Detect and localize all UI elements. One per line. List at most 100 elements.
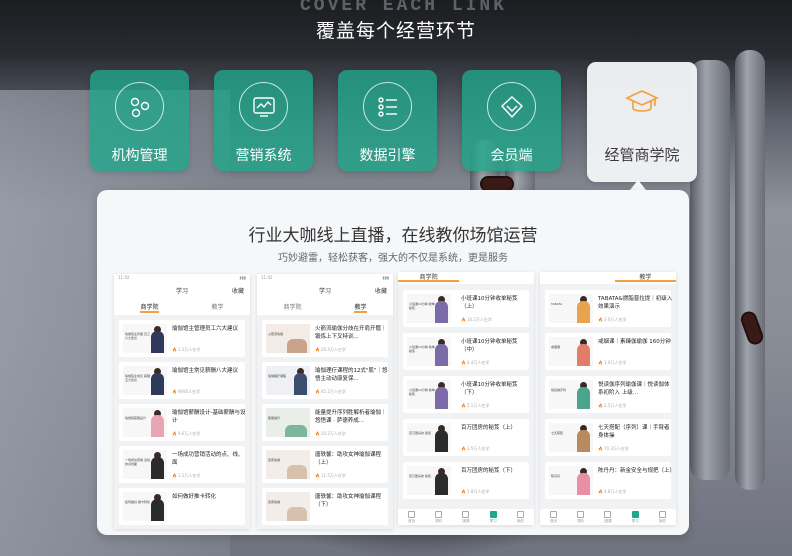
- course-title: 瑜伽馆主管理员工六大建议: [172, 326, 239, 332]
- list-item[interactable]: 百万团房的 秘笈 百万团房的秘笈（上） 3.5万人在学: [403, 419, 529, 456]
- tile-marketing-system[interactable]: 营销系统: [214, 70, 313, 171]
- course-title: 陈丹丹：新金安全与规把（上）: [598, 468, 676, 474]
- tab-teaching[interactable]: 教学: [211, 302, 223, 315]
- view-count: 16.2万人在学: [461, 317, 492, 323]
- list-item[interactable]: 百万团房的 秘笈 百万团房的秘笈（下） 1.8万人在学: [403, 462, 529, 499]
- thumbnail-text: 如何做好 推卡转化: [125, 500, 150, 504]
- icon-circle: [363, 82, 412, 131]
- nav-mine[interactable]: 我的: [659, 511, 666, 524]
- nav-mine[interactable]: 我的: [517, 511, 524, 524]
- favorites-link[interactable]: 收藏: [375, 286, 387, 295]
- course-title: 戒烟课｜素臻伽瑜伽 160分钟: [598, 339, 671, 345]
- course-thumbnail: 七天搭配: [549, 423, 593, 452]
- course-thumbnail: 瑜伽馆薪酬设计: [123, 408, 167, 437]
- active-tile-pointer: [630, 180, 646, 190]
- lecturer-figure: [435, 473, 448, 495]
- list-item[interactable]: 唐唐瑜伽 唐轶馨：助攻女神瑜伽课程（上） 11.5万人在学: [262, 446, 388, 483]
- phone-screenshot-academy-list: 商学院 小班课10分钟 收单秘笈 小班课10分钟收单秘笈（上） 16.2万人在学 小…: [398, 272, 534, 525]
- list-item[interactable]: 能量提升 能量提升序列胜解析者瑜伽｜悠悟课 · 萨德养成... 20.2万人在学: [262, 404, 388, 441]
- tab-teaching[interactable]: 教学: [354, 302, 367, 313]
- favorites-link[interactable]: 收藏: [232, 286, 244, 295]
- tab-academy[interactable]: 商学院: [283, 302, 301, 315]
- course-title: 唐轶馨：助攻女神瑜伽课程（下）: [315, 494, 382, 508]
- list-item[interactable]: 火箭流瑜伽 火箭流瑜伽分歧在开肩开髋｜锻炼上下叉特训... 20.4万人在学: [262, 320, 388, 357]
- list-item[interactable]: 小班课10分钟 收单秘笈 小班课10分钟收单秘笈（上） 16.2万人在学: [403, 290, 529, 327]
- nav-study[interactable]: 学习: [632, 511, 639, 524]
- list-item[interactable]: 一场成功营销 活动的点线面 一场成功营销活动的点、线、面 1.1万人在学: [119, 446, 245, 483]
- view-count: 1.0万人在学: [598, 360, 626, 366]
- phone-header: 教学: [540, 272, 676, 284]
- tile-member-app[interactable]: 会员端: [462, 70, 561, 171]
- lecturer-figure: [287, 465, 307, 479]
- icon-circle: [617, 78, 666, 127]
- list-item[interactable]: 小班课10分钟 收单秘笈 小班课10分钟收单秘笈（中） 4.4万人在学: [403, 333, 529, 370]
- thumbnail-text: TABATA: [551, 302, 563, 306]
- nav-booking[interactable]: 预约: [577, 511, 584, 524]
- nav-home[interactable]: 首页: [408, 511, 415, 524]
- lecturer-figure: [151, 457, 164, 479]
- course-thumbnail: 瑜伽馆主管理 员工六大建议: [123, 324, 167, 353]
- list-item[interactable]: 悦读伽序列 悦读伽序列瑜伽课｜悦读伽体系初阶入 上级... 2.5万人在学: [545, 376, 671, 413]
- view-count: 1.8万人在学: [461, 489, 489, 495]
- tile-business-academy[interactable]: 经管商学院: [587, 62, 697, 182]
- view-count: 1.1万人在学: [172, 347, 200, 353]
- status-battery: ▮▮▮: [239, 275, 246, 280]
- view-count: 9.6万人在学: [172, 431, 200, 437]
- list-item[interactable]: 瑜伽理疗课程 瑜伽理疗课程的12式"肌"｜悠悟主动动康复保... 45.2万人在学: [262, 362, 388, 399]
- nav-home[interactable]: 首页: [550, 511, 557, 524]
- list-item[interactable]: 如何做好 推卡转化 如何做好推卡转化: [119, 488, 245, 525]
- tile-data-engine[interactable]: 数据引擎: [338, 70, 437, 171]
- list-item[interactable]: TABATA TABATA&燃脂普拉提｜初级入 效果演示 3.0万人在学: [545, 290, 673, 327]
- list-item[interactable]: 瑜伽馆主管理 员工六大建议 瑜伽馆主管理员工六大建议 1.1万人在学: [119, 320, 245, 357]
- course-thumbnail: TABATA: [549, 294, 593, 323]
- course-thumbnail: 悦读伽序列: [549, 380, 593, 409]
- lecturer-figure: [577, 430, 590, 452]
- thumbnail-text: 小班课10分钟 收单秘笈: [409, 302, 435, 310]
- thumbnail-text: 戒烟课: [551, 345, 561, 349]
- phone-status-bar: 11:02 ▮▮▮: [114, 274, 250, 282]
- phone-header-title: 学习: [175, 288, 188, 295]
- course-title: 小班课10分钟收单秘笈（下）: [461, 382, 518, 396]
- list-item[interactable]: 唐唐瑜伽 唐轶馨：助攻女神瑜伽课程（下）: [262, 488, 388, 525]
- list-item[interactable]: 七天搭配 七天搭配（序列）课｜手臂者身体操 70.3万人在学: [545, 419, 671, 456]
- nav-booking[interactable]: 预约: [435, 511, 442, 524]
- status-time: 11:02: [261, 275, 273, 280]
- background-sign-text: COVER EACH LINK: [300, 0, 508, 16]
- view-count: 45.2万人在学: [315, 389, 346, 395]
- course-title: TABATA&燃脂普拉提｜初级入 效果演示: [598, 296, 673, 310]
- card-title: 行业大咖线上直播，在线教你场馆运营: [248, 226, 538, 246]
- tab-academy[interactable]: 商学院: [140, 302, 159, 313]
- course-title: 悦读伽序列瑜伽课｜悦读伽体系初阶入 上级...: [598, 382, 670, 396]
- view-count: 20.2万人在学: [315, 431, 346, 437]
- diamond-icon: [501, 96, 523, 119]
- phone-header: 学习 收藏: [114, 282, 250, 298]
- course-title: 火箭流瑜伽分歧在开肩开髋｜锻炼上下叉特训...: [315, 326, 387, 340]
- academy-card: 行业大咖线上直播，在线教你场馆运营 巧妙避雷，轻松获客，强大的不仅是系统，更是服…: [97, 190, 689, 535]
- list-item[interactable]: 陈丹丹 陈丹丹：新金安全与规把（上） 4.8万人在学: [545, 462, 676, 499]
- list-item[interactable]: 戒烟课 戒烟课｜素臻伽瑜伽 160分钟 1.0万人在学: [545, 333, 671, 370]
- course-title: 瑜伽馆薪酬设计-基础薪酬与设计: [172, 410, 246, 424]
- nav-study[interactable]: 学习: [490, 511, 497, 524]
- list-item[interactable]: 小班课10分钟 收单秘笈 小班课10分钟收单秘笈（下） 5.1万人在学: [403, 376, 529, 413]
- icon-circle: [239, 82, 288, 131]
- list-item[interactable]: 瑜伽馆主常见 薪酬五大建议 瑜伽馆主常见薪酬八大建议 9695人在学: [119, 362, 245, 399]
- tile-institution-management[interactable]: 机构管理: [90, 70, 189, 171]
- phone-tabs: 商学院 教学: [114, 298, 250, 315]
- nav-group-class[interactable]: 团课: [604, 511, 611, 524]
- phone-bottom-nav: 首页 预约 团课 学习 我的: [540, 509, 676, 525]
- view-count: 5.1万人在学: [461, 403, 489, 409]
- course-thumbnail: 火箭流瑜伽: [266, 324, 310, 353]
- phone-header-title: 商学院: [398, 272, 460, 282]
- status-battery: ▮▮▮: [382, 275, 389, 280]
- nav-group-class[interactable]: 团课: [462, 511, 469, 524]
- lecturer-figure: [577, 473, 590, 495]
- thumbnail-text: 火箭流瑜伽: [268, 332, 284, 336]
- lecturer-figure: [577, 387, 590, 409]
- tile-label: 机构管理: [111, 148, 168, 164]
- course-thumbnail: 一场成功营销 活动的点线面: [123, 450, 167, 479]
- course-title: 能量提升序列胜解析者瑜伽｜悠悟课 · 萨德养成...: [315, 410, 387, 424]
- graduation-cap-icon: [625, 90, 659, 112]
- course-title: 唐轶馨：助攻女神瑜伽课程（上）: [315, 452, 382, 466]
- list-item[interactable]: 瑜伽馆薪酬设计 瑜伽馆薪酬设计-基础薪酬与设计 9.6万人在学: [119, 404, 246, 441]
- course-thumbnail: 小班课10分钟 收单秘笈: [407, 380, 451, 409]
